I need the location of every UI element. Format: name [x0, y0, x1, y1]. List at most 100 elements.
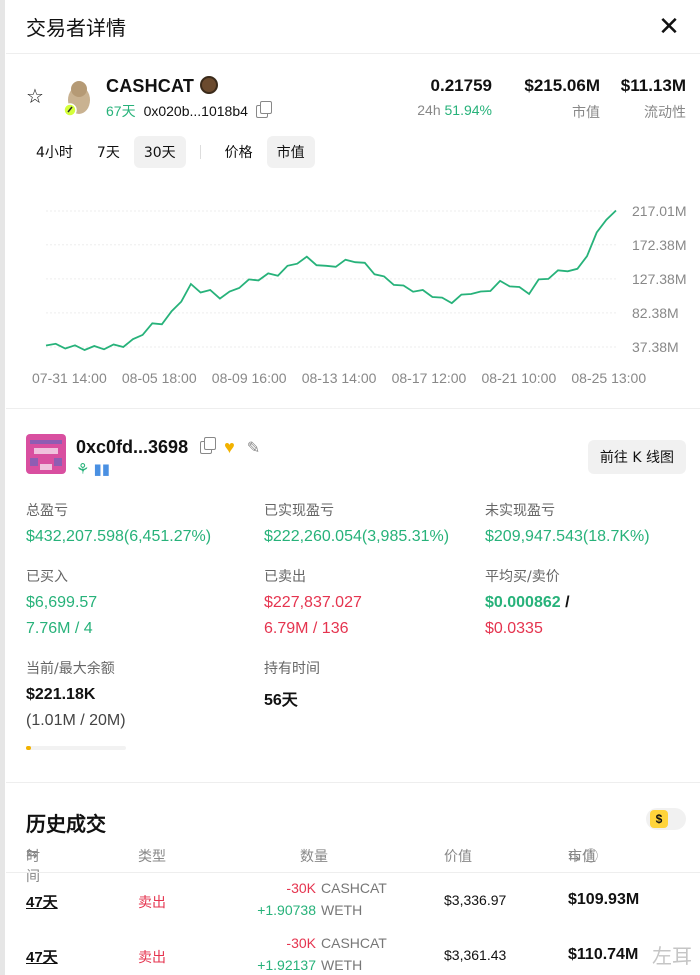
- liquidity-stat: $11.13M 流动性: [621, 76, 686, 122]
- x-tick-label: 08-17 12:00: [392, 370, 467, 386]
- row-sym-weth: WETH: [321, 957, 363, 973]
- watermark-text: 左耳: [652, 946, 692, 968]
- row-mcap: $109.93M: [568, 891, 640, 908]
- price-stat: 0.21759 24h 51.94%: [417, 76, 492, 118]
- trader-detail-panel: 交易者详情 ✕ ☆ CASHCAT 67天 0x020b...1018b4 0.…: [6, 0, 700, 975]
- trader-address-row: 0xc0fd...3698 ♥ ✎: [76, 437, 260, 458]
- market-cap-chart: 217.01M 172.38M 127.38M 82.38M 37.38M 07-31 1…: [32, 203, 686, 386]
- panel-header: 交易者详情 ✕: [6, 0, 700, 54]
- page-title: 交易者详情: [26, 16, 126, 40]
- col-type: 类型: [138, 849, 166, 865]
- realized-pnl: 已实现盈亏 $222,260.054(3,985.31%): [264, 500, 449, 546]
- tab-price[interactable]: 价格: [215, 136, 263, 168]
- hold-time: 持有时间 56天: [264, 658, 320, 710]
- sprout-icon: ⚘: [76, 461, 90, 478]
- currency-toggle[interactable]: $: [646, 808, 686, 830]
- row-time[interactable]: 47天: [26, 946, 58, 967]
- bought-label: 已买入: [26, 569, 68, 585]
- sold-label: 已卖出: [264, 569, 306, 585]
- market-cap-stat: $215.06M 市值: [524, 76, 600, 122]
- row-sym-weth: WETH: [321, 902, 363, 918]
- total-pnl: 总盈亏 $432,207.598(6,451.27%): [26, 500, 211, 546]
- col-qty: 数量: [300, 849, 328, 865]
- row-qty-token: -30K: [286, 880, 316, 896]
- tab-divider: [199, 145, 201, 159]
- avg-price: 平均买/卖价 $0.000862 / $0.0335: [485, 566, 570, 638]
- edit-icon[interactable]: ✎: [247, 438, 260, 458]
- section-divider: [6, 408, 700, 409]
- bought-value: $6,699.57: [26, 594, 98, 611]
- chart-tabs: 4小时 7天 30天 价格 市值: [26, 136, 315, 168]
- row-qty-token: -30K: [286, 935, 316, 951]
- token-address: 0x020b...1018b4: [143, 103, 248, 119]
- row-sym-token: CASHCAT: [321, 880, 387, 896]
- sold-value: $227,837.027: [264, 594, 362, 611]
- trader-address: 0xc0fd...3698: [76, 437, 189, 457]
- copy-address-icon[interactable]: [200, 437, 217, 454]
- left-border: [0, 0, 5, 975]
- realized-value: $222,260.054(3,985.31%): [264, 528, 450, 545]
- avg-buy: $0.000862: [485, 594, 561, 611]
- tab-30d[interactable]: 30天: [133, 136, 186, 168]
- token-avatar: [63, 81, 90, 116]
- market-cap-label: 市值: [572, 104, 600, 120]
- x-tick-label: 08-05 18:00: [122, 370, 197, 386]
- y-tick-label: 217.01M: [632, 203, 686, 219]
- tab-4h[interactable]: 4小时: [26, 136, 83, 168]
- liquidity-label: 流动性: [644, 104, 686, 120]
- token-name-row: CASHCAT: [106, 76, 219, 97]
- tab-7d[interactable]: 7天: [87, 136, 130, 168]
- trader-avatar: [26, 434, 66, 474]
- col-time[interactable]: 时间 ⇆: [26, 846, 40, 885]
- avg-buy-row: $0.000862 /: [485, 594, 570, 612]
- col-value: 价值: [444, 849, 472, 865]
- hold-value: 56天: [264, 692, 298, 709]
- token-name: CASHCAT: [106, 76, 195, 96]
- total-pnl-value: $432,207.598(6,451.27%): [26, 528, 212, 545]
- x-tick-label: 08-21 10:00: [482, 370, 557, 386]
- row-value: $3,361.43: [444, 947, 507, 963]
- token-price: 0.21759: [430, 76, 492, 95]
- sold-qty: 6.79M / 136: [264, 620, 349, 637]
- heart-icon[interactable]: ♥: [224, 437, 235, 458]
- token-info: ☆ CASHCAT 67天 0x020b...1018b4 0.21759 24…: [26, 70, 686, 126]
- section-divider: [6, 782, 700, 783]
- market-cap-line: [45, 209, 617, 351]
- hold-label: 持有时间: [264, 661, 320, 677]
- balance-label: 当前/最大余额: [26, 661, 115, 677]
- x-tick-label: 07-31 14:00: [32, 370, 107, 386]
- row-type: 卖出: [138, 949, 166, 965]
- copy-icon[interactable]: [255, 100, 272, 118]
- balance-progress: [26, 746, 126, 750]
- market-cap-value: $215.06M: [524, 76, 600, 95]
- table-row[interactable]: 47天 卖出 -30K CASHCAT +1.92137 WETH $3,361…: [26, 933, 686, 975]
- favorite-star-icon[interactable]: ☆: [26, 84, 44, 109]
- y-tick-label: 127.38M: [632, 271, 686, 287]
- col-mcap-label: 市值: [568, 849, 596, 865]
- y-tick-label: 37.38M: [632, 339, 679, 355]
- close-icon[interactable]: ✕: [658, 11, 680, 42]
- row-type: 卖出: [138, 894, 166, 910]
- y-tick-label: 172.38M: [632, 237, 686, 253]
- tab-market-cap[interactable]: 市值: [266, 136, 315, 168]
- token-age: 67天: [106, 103, 136, 119]
- dollar-icon: $: [650, 810, 668, 828]
- row-time[interactable]: 47天: [26, 891, 58, 912]
- balance: 当前/最大余额 $221.18K (1.01M / 20M): [26, 658, 126, 730]
- row-mcap: $110.74M: [568, 946, 639, 963]
- x-tick-label: 08-13 14:00: [302, 370, 377, 386]
- row-value: $3,336.97: [444, 892, 507, 908]
- x-tick-label: 08-25 13:00: [571, 370, 646, 386]
- balance-progress-fill: [26, 746, 31, 750]
- avg-sell: $0.0335: [485, 620, 543, 637]
- col-mcap[interactable]: 市值 ⇆ ⓘ: [568, 846, 598, 866]
- total-pnl-label: 总盈亏: [26, 503, 68, 519]
- bought: 已买入 $6,699.57 7.76M / 4: [26, 566, 97, 638]
- chain-coin-icon: [200, 76, 219, 94]
- kline-button[interactable]: 前往 K 线图: [587, 440, 686, 474]
- realized-label: 已实现盈亏: [264, 503, 334, 519]
- table-row[interactable]: 47天 卖出 -30K CASHCAT +1.90738 WETH $3,336…: [26, 878, 686, 928]
- bought-qty: 7.76M / 4: [26, 620, 93, 637]
- change-value: 51.94%: [444, 102, 492, 118]
- y-tick-label: 82.38M: [632, 305, 679, 321]
